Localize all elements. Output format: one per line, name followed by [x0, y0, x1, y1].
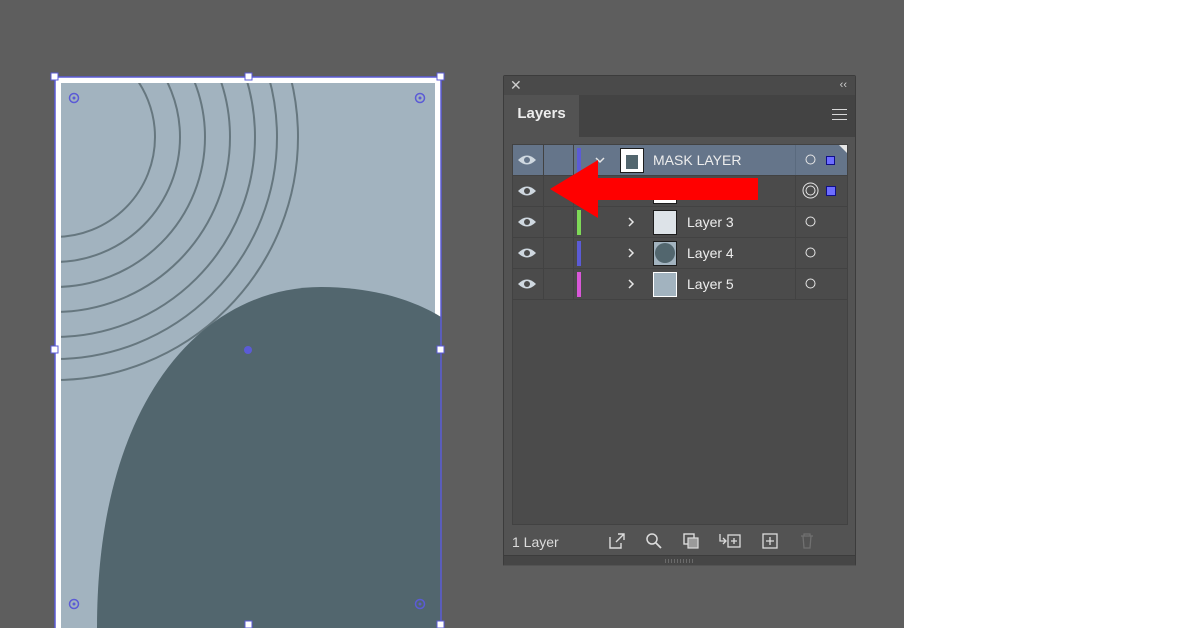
- target-circle-icon[interactable]: [805, 247, 816, 258]
- panel-tab-bar: Layers: [504, 95, 855, 137]
- eye-icon[interactable]: [517, 184, 537, 198]
- target-circle-icon[interactable]: [805, 278, 816, 289]
- collapse-icon[interactable]: ‹‹: [840, 78, 847, 92]
- selection-indicator[interactable]: [826, 156, 835, 165]
- export-icon[interactable]: [608, 532, 626, 550]
- selection-indicator[interactable]: [826, 186, 836, 196]
- layer-thumbnail: [653, 272, 677, 297]
- layer-color-bar: [577, 241, 581, 266]
- layer-row-layer-4[interactable]: Layer 4: [513, 238, 847, 269]
- layers-panel: ✕ ‹‹ Layers MASK LAYER <Rect...: [503, 75, 856, 566]
- panel-title-bar[interactable]: ✕ ‹‹: [504, 76, 855, 95]
- new-layer-icon[interactable]: [761, 532, 779, 550]
- corner-marker: [839, 145, 847, 153]
- chevron-right-icon[interactable]: [624, 277, 638, 291]
- delete-icon[interactable]: [798, 532, 816, 550]
- eye-icon[interactable]: [517, 153, 537, 167]
- layer-color-bar: [577, 272, 581, 297]
- panel-resize-grip[interactable]: [504, 555, 855, 565]
- eye-icon[interactable]: [517, 277, 537, 291]
- layer-thumbnail: [653, 241, 677, 266]
- search-icon[interactable]: [645, 532, 663, 550]
- eye-icon[interactable]: [517, 215, 537, 229]
- layer-name: Layer 4: [687, 245, 734, 261]
- center-point: [244, 346, 252, 354]
- target-circle-icon[interactable]: [805, 154, 816, 165]
- clipping-mask-icon[interactable]: [682, 532, 700, 550]
- close-icon[interactable]: ✕: [510, 77, 522, 93]
- lock-toggle[interactable]: [543, 269, 574, 299]
- tab-layers[interactable]: Layers: [504, 95, 579, 137]
- chevron-right-icon[interactable]: [624, 246, 638, 260]
- layer-row-layer-5[interactable]: Layer 5: [513, 269, 847, 300]
- hamburger-menu-icon[interactable]: [832, 109, 847, 121]
- new-sublayer-icon[interactable]: [718, 532, 742, 550]
- eye-icon[interactable]: [517, 246, 537, 260]
- lock-toggle[interactable]: [543, 238, 574, 268]
- target-circle-icon[interactable]: [805, 216, 816, 227]
- layer-count-label: 1 Layer: [512, 534, 559, 550]
- target-clipping-icon[interactable]: [802, 182, 819, 199]
- annotation-arrow: [550, 160, 758, 218]
- layer-name: Layer 5: [687, 276, 734, 292]
